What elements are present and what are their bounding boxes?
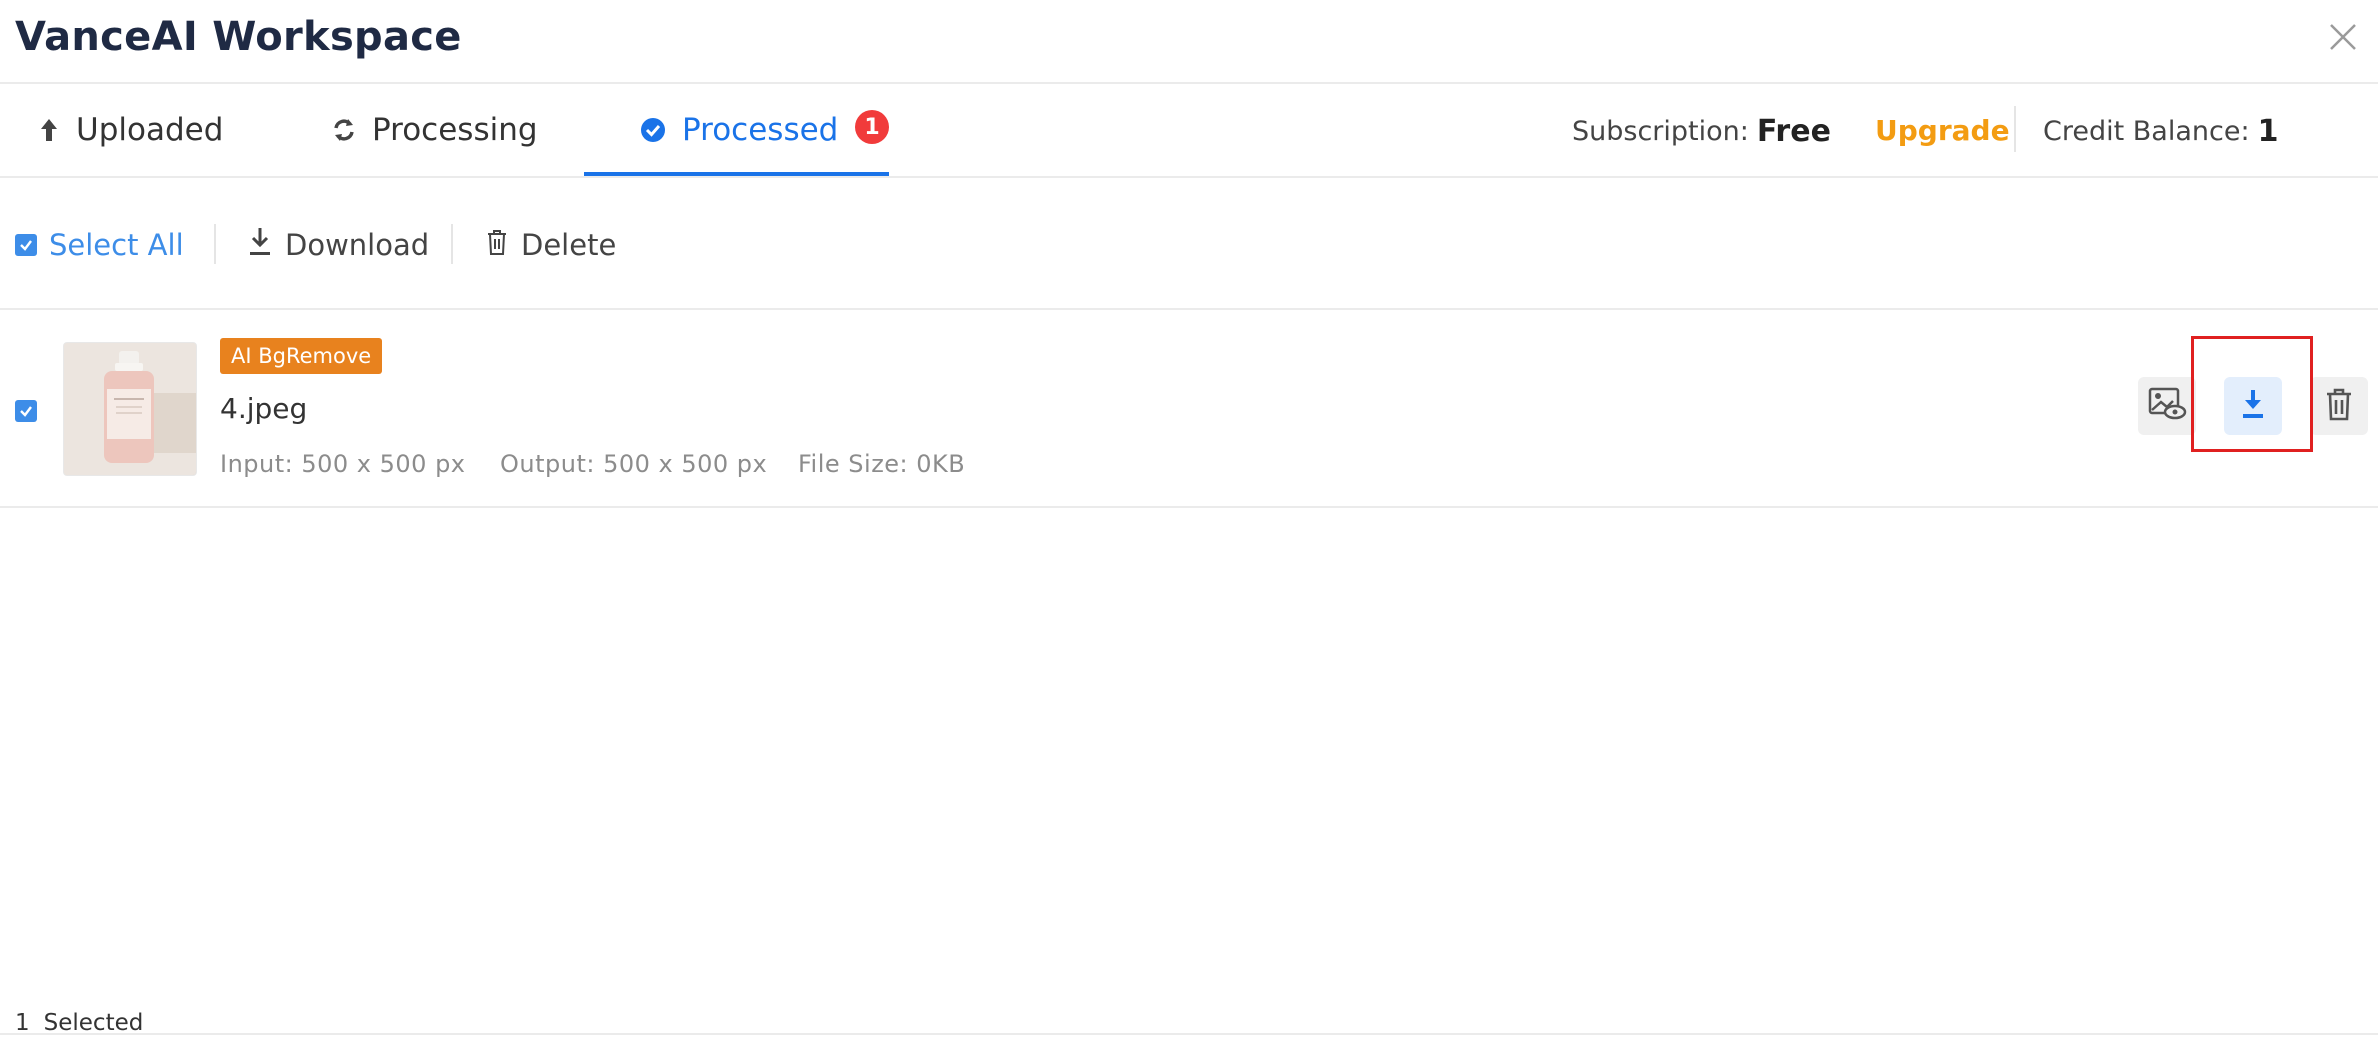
- select-all-label: Select All: [49, 228, 184, 262]
- tab-processing[interactable]: Processing: [332, 100, 538, 160]
- trash-icon: [485, 228, 509, 263]
- tab-uploaded[interactable]: Uploaded: [38, 100, 223, 160]
- trash-icon: [2324, 386, 2354, 426]
- header-divider: [0, 82, 2378, 84]
- divider: [214, 224, 216, 264]
- delete-file-button[interactable]: [2310, 377, 2368, 435]
- arrow-up-icon: [38, 117, 60, 143]
- subscription-value: Free: [1756, 113, 1831, 149]
- row-divider: [0, 506, 2378, 508]
- select-all-checkbox[interactable]: Select All: [15, 222, 184, 268]
- check-circle-icon: [640, 117, 666, 143]
- file-name: 4.jpeg: [220, 392, 308, 425]
- download-label: Download: [285, 228, 430, 262]
- upgrade-link[interactable]: Upgrade: [1875, 108, 2010, 154]
- download-button[interactable]: Download: [247, 222, 429, 268]
- subscription-label: Subscription:: [1572, 115, 1749, 147]
- ai-feature-tag: AI BgRemove: [220, 338, 383, 374]
- highlight-box: [2191, 336, 2313, 452]
- credit-balance: Credit Balance: 1: [2043, 108, 2278, 154]
- input-dimensions: Input: 500 x 500 px: [220, 450, 466, 478]
- tab-label: Uploaded: [76, 112, 224, 148]
- checkbox-checked-icon: [15, 234, 37, 256]
- download-icon: [247, 226, 273, 265]
- preview-button[interactable]: [2138, 377, 2196, 435]
- file-thumbnail[interactable]: [63, 342, 197, 476]
- tab-processed[interactable]: Processed: [640, 100, 838, 160]
- file-row-checkbox[interactable]: [15, 400, 37, 422]
- credit-value: 1: [2257, 113, 2279, 149]
- file-size: File Size: 0KB: [798, 450, 966, 478]
- bottle-image: [64, 343, 196, 475]
- sync-icon: [332, 117, 356, 143]
- checkbox-checked-icon: [15, 400, 37, 422]
- credit-label: Credit Balance:: [2043, 115, 2250, 147]
- tab-label: Processing: [372, 112, 538, 148]
- processed-count-badge: 1: [855, 110, 889, 144]
- footer-divider: [0, 1033, 2378, 1035]
- toolbar-divider: [0, 308, 2378, 310]
- delete-label: Delete: [521, 228, 617, 262]
- tab-label: Processed: [682, 112, 839, 148]
- tabs-divider: [0, 176, 2378, 178]
- close-icon[interactable]: [2328, 22, 2358, 52]
- delete-button[interactable]: Delete: [485, 222, 616, 268]
- image-preview-icon: [2147, 386, 2187, 426]
- divider: [2014, 106, 2016, 152]
- window-title: VanceAI Workspace: [15, 14, 462, 60]
- subscription-info: Subscription: Free: [1572, 108, 1831, 154]
- divider: [451, 224, 453, 264]
- output-dimensions: Output: 500 x 500 px: [500, 450, 768, 478]
